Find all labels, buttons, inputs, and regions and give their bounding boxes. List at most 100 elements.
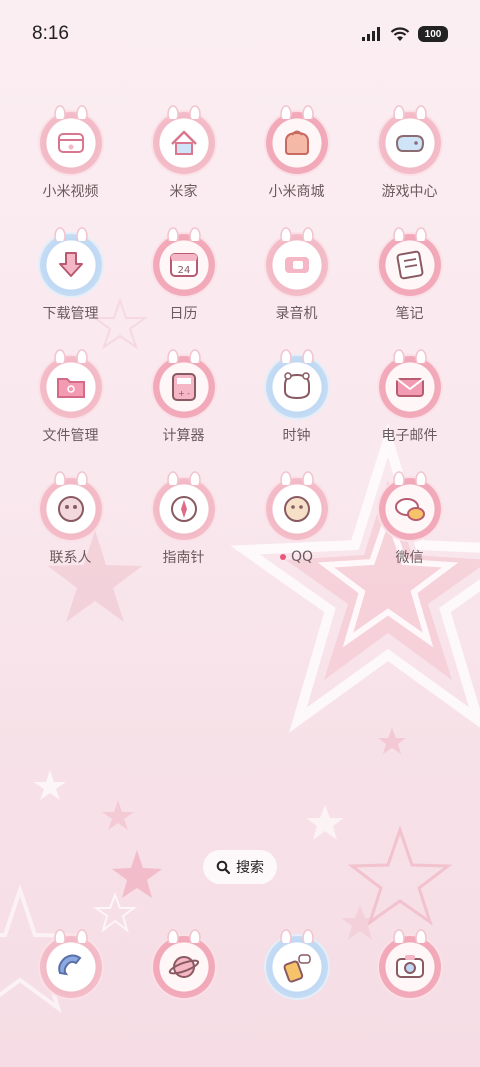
app-label: 小米视频 [43,182,99,200]
shopping-bag-icon [284,130,309,155]
phone-icon [57,954,81,976]
qq-icon [283,496,310,522]
app-icon-frame [378,227,441,296]
browser-icon [168,956,199,978]
app-label-text: QQ [290,549,314,565]
bunny-ears-icon [392,349,427,363]
app-notes[interactable]: 笔记 [353,227,466,322]
camera-icon [395,955,424,978]
app-label: 微信 [396,548,424,566]
calendar-day-text: 24 [177,265,190,276]
app-label: 笔记 [396,304,424,322]
app-icon-frame [39,105,102,174]
clock-icon [283,372,310,400]
notification-dot [279,554,286,560]
app-label: 指南针 [163,548,205,566]
dock-messages[interactable] [240,929,353,998]
search-button[interactable]: 搜索 [203,850,277,884]
app-label-text: 指南针 [162,550,205,566]
app-game-controller[interactable]: 游戏中心 [353,105,466,200]
app-label-text: 游戏中心 [381,184,438,200]
bunny-ears-icon [279,227,314,241]
bunny-ears-icon [392,105,427,119]
app-label: 文件管理 [43,426,99,444]
dock-browser[interactable] [127,929,240,998]
app-icon-frame [39,471,102,540]
app-label-text: 时钟 [282,428,311,444]
search-icon [216,860,230,874]
notes-icon [396,250,423,280]
app-icon-frame [378,471,441,540]
bunny-ears-icon [279,349,314,363]
app-icon-frame [39,349,102,418]
compass-icon [170,496,197,522]
app-qq[interactable]: QQ [240,471,353,566]
app-clock[interactable]: 时钟 [240,349,353,444]
cellular-signal-icon [362,27,380,41]
app-video[interactable]: 小米视频 [14,105,127,200]
bunny-ears-icon [166,471,201,485]
app-label-text: 微信 [395,550,424,566]
app-label: 计算器 [163,426,205,444]
bunny-ears-icon [53,929,88,943]
app-icon-frame [378,349,441,418]
calendar-icon: 24 [169,253,198,277]
app-label-text: 笔记 [395,306,424,322]
app-label: 时钟 [283,426,311,444]
app-calculator[interactable]: + - 计算器 [127,349,240,444]
app-compass[interactable]: 指南针 [127,471,240,566]
status-bar: 8:16 100 [0,0,480,68]
search-label: 搜索 [236,860,264,876]
app-calendar[interactable]: 24 日历 [127,227,240,322]
bunny-ears-icon [53,349,88,363]
recorder-icon [282,255,311,275]
app-label-text: 文件管理 [42,428,99,444]
folder-icon [56,378,85,398]
app-recorder[interactable]: 录音机 [240,227,353,322]
app-icon-frame [378,105,441,174]
app-label-text: 日历 [169,306,198,322]
app-shopping-bag[interactable]: 小米商城 [240,105,353,200]
app-icon-frame [265,227,328,296]
app-icon-frame [152,105,215,174]
app-wechat[interactable]: 微信 [353,471,466,566]
app-label: 联系人 [50,548,92,566]
app-icon-frame [152,471,215,540]
app-icon-frame [39,929,102,998]
messages-icon [283,954,311,983]
app-label: 下载管理 [43,304,99,322]
app-label-text: 录音机 [275,306,318,322]
wechat-icon [394,498,425,521]
app-icon-frame [39,227,102,296]
bunny-ears-icon [279,471,314,485]
contacts-icon [57,496,84,522]
bunny-ears-icon [53,105,88,119]
app-label-text: 米家 [169,184,198,200]
app-mail[interactable]: 电子邮件 [353,349,466,444]
app-contacts[interactable]: 联系人 [14,471,127,566]
app-label: QQ [279,548,314,566]
bunny-ears-icon [53,227,88,241]
status-icons: 100 [362,26,448,42]
app-icon-frame [378,929,441,998]
wifi-icon [390,26,410,41]
dock [14,929,466,998]
app-folder[interactable]: 文件管理 [14,349,127,444]
dock-phone[interactable] [14,929,127,998]
app-label: 日历 [170,304,198,322]
app-icon-frame [152,929,215,998]
home-icon [170,130,197,155]
app-home[interactable]: 米家 [127,105,240,200]
app-icon-frame [265,105,328,174]
app-label-text: 计算器 [162,428,205,444]
app-icon-frame [265,471,328,540]
game-controller-icon [395,135,424,152]
battery-indicator: 100 [418,26,448,42]
dock-camera[interactable] [353,929,466,998]
bunny-ears-icon [166,227,201,241]
app-label: 录音机 [276,304,318,322]
bunny-ears-icon [392,471,427,485]
app-icon-frame: + - [152,349,215,418]
app-download[interactable]: 下载管理 [14,227,127,322]
mail-icon [395,378,424,397]
